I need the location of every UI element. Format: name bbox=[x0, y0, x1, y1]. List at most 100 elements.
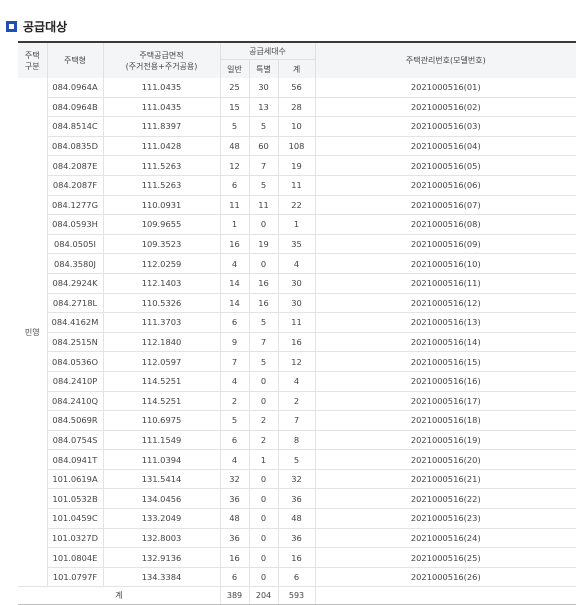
cell-general: 4 bbox=[219, 371, 249, 392]
cell-area: 109.3523 bbox=[102, 234, 220, 255]
cell-area: 111.0394 bbox=[102, 449, 220, 470]
cell-area: 112.1840 bbox=[102, 332, 220, 353]
cell-model: 084.0505I bbox=[46, 234, 103, 255]
table-row: 084.4162M 111.3703 6 5 11 2021000516(13) bbox=[18, 312, 577, 333]
cell-special: 5 bbox=[248, 175, 278, 196]
cell-total: 16 bbox=[277, 332, 316, 353]
cell-total: 4 bbox=[277, 253, 316, 274]
cell-total: 30 bbox=[277, 293, 316, 314]
header-model: 주택형 bbox=[46, 41, 103, 78]
cell-area: 112.1403 bbox=[102, 273, 220, 294]
cell-total: 30 bbox=[277, 273, 316, 294]
section-title: 공급대상 bbox=[23, 19, 68, 34]
supply-table: 주택 구분 주택형 주택공급면적 (주거전용+주거공용) 공급세대수 주택관리번… bbox=[18, 41, 577, 605]
cell-area: 110.5326 bbox=[102, 293, 220, 314]
cell-general: 36 bbox=[219, 488, 249, 510]
table-row: 101.0327D 132.8003 36 0 36 2021000516(24) bbox=[18, 528, 577, 549]
cell-model: 084.2087F bbox=[46, 175, 103, 196]
cell-model: 084.2718L bbox=[46, 293, 103, 314]
cell-special: 0 bbox=[248, 547, 278, 568]
table-row: 101.0619A 131.5414 32 0 32 2021000516(21) bbox=[18, 469, 577, 490]
cell-model: 084.0754S bbox=[46, 430, 103, 451]
cell-general: 4 bbox=[219, 253, 249, 274]
cell-area: 110.6975 bbox=[102, 410, 220, 431]
cell-mgmt-number: 2021000516(17) bbox=[314, 391, 577, 412]
cell-total: 12 bbox=[277, 351, 316, 372]
cell-total: 19 bbox=[277, 155, 316, 176]
cell-general: 9 bbox=[219, 332, 249, 353]
cell-special: 0 bbox=[248, 469, 278, 490]
cell-mgmt-number: 2021000516(03) bbox=[314, 116, 577, 137]
cell-model: 101.0797F bbox=[46, 567, 103, 588]
cell-model: 084.0964A bbox=[46, 78, 103, 98]
cell-general: 25 bbox=[219, 78, 249, 98]
cell-general: 6 bbox=[219, 312, 249, 333]
total-general: 389 bbox=[219, 586, 249, 605]
table-row: 084.1277G 110.0931 11 11 22 2021000516(07) bbox=[18, 195, 577, 216]
cell-special: 19 bbox=[248, 234, 278, 255]
table-row: 084.2087E 111.5263 12 7 19 2021000516(05) bbox=[18, 155, 577, 176]
cell-total: 36 bbox=[277, 528, 316, 549]
table-row: 084.2718L 110.5326 14 16 30 2021000516(12) bbox=[18, 293, 577, 314]
cell-total: 48 bbox=[277, 508, 316, 529]
cell-total: 35 bbox=[277, 234, 316, 255]
header-housing-type: 주택 구분 bbox=[18, 41, 47, 78]
cell-total: 1 bbox=[277, 214, 316, 235]
cell-area: 134.3384 bbox=[102, 567, 220, 588]
supply-table-container: 주택 구분 주택형 주택공급면적 (주거전용+주거공용) 공급세대수 주택관리번… bbox=[18, 41, 577, 605]
cell-model: 084.8514C bbox=[46, 116, 103, 137]
cell-area: 111.5263 bbox=[102, 175, 220, 196]
total-special: 204 bbox=[248, 586, 278, 605]
cell-model: 084.2087E bbox=[46, 155, 103, 176]
total-row: 계 389 204 593 bbox=[18, 586, 577, 605]
table-row: 101.0797F 134.3384 6 0 6 2021000516(26) bbox=[18, 567, 577, 588]
cell-mgmt-number: 2021000516(18) bbox=[314, 410, 577, 431]
cell-model: 084.0964B bbox=[46, 97, 103, 118]
cell-general: 36 bbox=[219, 528, 249, 549]
cell-mgmt-number: 2021000516(25) bbox=[314, 547, 577, 568]
cell-general: 6 bbox=[219, 430, 249, 451]
cell-general: 2 bbox=[219, 391, 249, 412]
cell-area: 132.9136 bbox=[102, 547, 220, 568]
header-special: 특별 bbox=[248, 59, 278, 78]
cell-model: 084.0835D bbox=[46, 136, 103, 157]
table-row: 084.0964B 111.0435 15 13 28 2021000516(02) bbox=[18, 97, 577, 118]
cell-total: 7 bbox=[277, 410, 316, 431]
cell-total: 2 bbox=[277, 391, 316, 412]
cell-mgmt-number: 2021000516(16) bbox=[314, 371, 577, 392]
table-row: 084.5069R 110.6975 5 2 7 2021000516(18) bbox=[18, 410, 577, 431]
cell-general: 1 bbox=[219, 214, 249, 235]
table-row: 084.2410Q 114.5251 2 0 2 2021000516(17) bbox=[18, 391, 577, 412]
table-row: 101.0804E 132.9136 16 0 16 2021000516(25) bbox=[18, 547, 577, 568]
cell-total: 6 bbox=[277, 567, 316, 588]
cell-model: 101.0327D bbox=[46, 528, 103, 549]
cell-mgmt-number: 2021000516(19) bbox=[314, 430, 577, 451]
cell-model: 101.0804E bbox=[46, 547, 103, 568]
table-row: 101.0532B 134.0456 36 0 36 2021000516(22) bbox=[18, 488, 577, 510]
cell-special: 5 bbox=[248, 312, 278, 333]
cell-special: 0 bbox=[248, 567, 278, 588]
table-row: 084.8514C 111.8397 5 5 10 2021000516(03) bbox=[18, 116, 577, 137]
table-row: 084.2924K 112.1403 14 16 30 2021000516(11) bbox=[18, 273, 577, 294]
table-row: 084.0593H 109.9655 1 0 1 2021000516(08) bbox=[18, 214, 577, 235]
cell-model: 084.2410P bbox=[46, 371, 103, 392]
cell-area: 114.5251 bbox=[102, 371, 220, 392]
cell-model: 084.0593H bbox=[46, 214, 103, 235]
cell-special: 2 bbox=[248, 430, 278, 451]
cell-area: 131.5414 bbox=[102, 469, 220, 490]
cell-special: 7 bbox=[248, 155, 278, 176]
cell-special: 7 bbox=[248, 332, 278, 353]
cell-general: 14 bbox=[219, 273, 249, 294]
cell-area: 111.0435 bbox=[102, 78, 220, 98]
table-row: 084.0505I 109.3523 16 19 35 2021000516(09) bbox=[18, 234, 577, 255]
cell-general: 4 bbox=[219, 449, 249, 470]
cell-area: 111.0435 bbox=[102, 97, 220, 118]
cell-special: 30 bbox=[248, 78, 278, 98]
cell-general: 5 bbox=[219, 116, 249, 137]
cell-mgmt-number: 2021000516(21) bbox=[314, 469, 577, 490]
header-mgmt-number: 주택관리번호(모델번호) bbox=[314, 41, 577, 78]
cell-total: 36 bbox=[277, 488, 316, 510]
cell-general: 48 bbox=[219, 136, 249, 157]
cell-model: 084.3580J bbox=[46, 253, 103, 274]
cell-special: 13 bbox=[248, 97, 278, 118]
